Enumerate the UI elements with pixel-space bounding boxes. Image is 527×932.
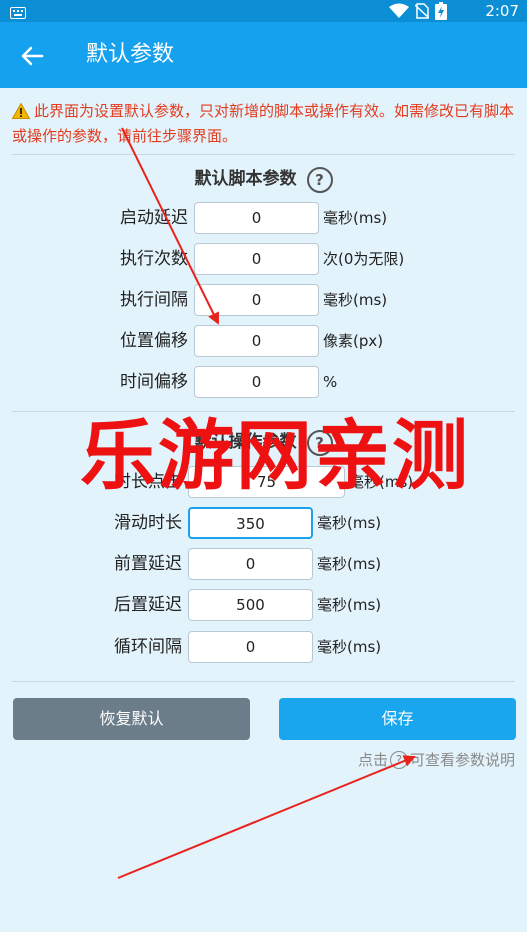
save-button[interactable]: 保存	[279, 698, 516, 740]
exec-interval-input[interactable]: 0	[194, 284, 319, 316]
loop-interval-input[interactable]: 0	[188, 631, 313, 663]
script-row-exec-interval: 执行间隔 0 毫秒(ms)	[0, 284, 527, 316]
exec-count-input[interactable]: 0	[194, 243, 319, 275]
unit-label: 毫秒(ms)	[317, 596, 382, 614]
divider	[12, 154, 515, 155]
unit-label: 次(0为无限)	[323, 250, 405, 268]
no-sim-icon	[414, 3, 430, 23]
field-label: 循环间隔	[114, 637, 182, 657]
hint-prefix: 点击	[357, 751, 388, 769]
script-row-time-offset: 时间偏移 0 %	[0, 366, 527, 398]
time-offset-input[interactable]: 0	[194, 366, 319, 398]
position-offset-input[interactable]: 0	[194, 325, 319, 357]
warning-text: 此界面为设置默认参数，只对新增的脚本或操作有效。如需修改已有脚本或操作的参数，请…	[12, 102, 515, 145]
help-icon: ?	[389, 751, 408, 769]
field-label: 后置延迟	[114, 595, 182, 615]
back-arrow-icon[interactable]	[18, 42, 46, 70]
field-label: 前置延迟	[114, 554, 182, 574]
op-row-swipe-duration: 滑动时长 350 毫秒(ms)	[0, 507, 527, 539]
app-bar: 默认参数	[0, 22, 527, 88]
hint-suffix: 可查看参数说明	[409, 751, 515, 769]
unit-label: 毫秒(ms)	[323, 209, 388, 227]
field-label: 执行次数	[120, 249, 188, 269]
unit-label: 毫秒(ms)	[317, 638, 382, 656]
warning-notice: 此界面为设置默认参数，只对新增的脚本或操作有效。如需修改已有脚本或操作的参数，请…	[11, 100, 517, 147]
unit-label: 毫秒(ms)	[317, 514, 382, 532]
status-bar: 2:07	[0, 0, 527, 22]
watermark-text: 乐游网亲测	[80, 411, 470, 500]
op-row-loop-interval: 循环间隔 0 毫秒(ms)	[0, 631, 527, 663]
script-row-exec-count: 执行次数 0 次(0为无限)	[0, 243, 527, 275]
op-row-post-delay: 后置延迟 500 毫秒(ms)	[0, 589, 527, 621]
help-icon[interactable]: ?	[306, 167, 333, 193]
script-section-header: 默认脚本参数?	[0, 165, 527, 193]
unit-label: 毫秒(ms)	[317, 555, 382, 573]
restore-default-button[interactable]: 恢复默认	[13, 698, 250, 740]
unit-label: %	[323, 373, 338, 391]
unit-label: 毫秒(ms)	[323, 291, 388, 309]
page-title: 默认参数	[86, 42, 175, 67]
post-delay-input[interactable]: 500	[188, 589, 313, 621]
battery-charging-icon	[435, 2, 447, 24]
annotation-arrow-2	[117, 755, 416, 879]
script-row-position-offset: 位置偏移 0 像素(px)	[0, 325, 527, 357]
field-label: 位置偏移	[120, 331, 188, 351]
script-section-title: 默认脚本参数	[194, 169, 297, 189]
op-row-pre-delay: 前置延迟 0 毫秒(ms)	[0, 548, 527, 580]
field-label: 启动延迟	[120, 208, 188, 228]
divider	[12, 681, 515, 682]
status-time: 2:07	[485, 2, 519, 20]
start-delay-input[interactable]: 0	[194, 202, 319, 234]
field-label: 时间偏移	[120, 372, 188, 392]
script-row-start-delay: 启动延迟 0 毫秒(ms)	[0, 202, 527, 234]
pre-delay-input[interactable]: 0	[188, 548, 313, 580]
warning-icon	[11, 102, 31, 125]
keyboard-icon	[10, 4, 26, 23]
unit-label: 像素(px)	[323, 332, 384, 350]
field-label: 滑动时长	[114, 513, 182, 533]
wifi-icon	[389, 3, 409, 23]
swipe-duration-input[interactable]: 350	[188, 507, 313, 539]
help-hint[interactable]: 点击? 可查看参数说明	[358, 750, 515, 770]
field-label: 执行间隔	[120, 290, 188, 310]
